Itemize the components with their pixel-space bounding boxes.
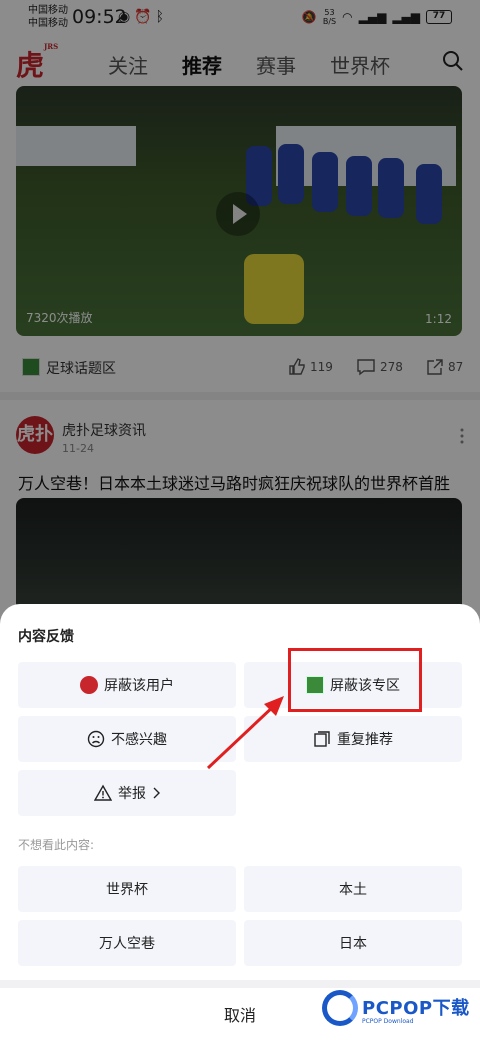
chevron-right-icon (153, 787, 160, 799)
tag-crowded[interactable]: 万人空巷 (18, 920, 236, 966)
watermark: PCPOP下载 PCPOP Download (322, 988, 472, 1034)
highlight-box (288, 648, 422, 712)
tag-local[interactable]: 本土 (244, 866, 462, 912)
watermark-text: PCPOP下载 (362, 998, 470, 1019)
block-user-label: 屏蔽该用户 (104, 678, 174, 694)
sheet-subtitle: 不想看此内容: (18, 838, 95, 852)
pcpop-logo-icon (322, 990, 358, 1026)
watermark-subtext: PCPOP Download (362, 1018, 414, 1025)
duplicate-icon (314, 731, 330, 747)
report-label: 举报 (118, 786, 146, 802)
duplicate-label: 重复推荐 (337, 732, 393, 748)
cancel-button[interactable]: 取消 (190, 1002, 290, 1026)
sad-face-icon (87, 730, 105, 748)
block-user-button[interactable]: 屏蔽该用户 (18, 662, 236, 708)
report-button[interactable]: 举报 (18, 770, 236, 816)
tag-world-cup[interactable]: 世界杯 (18, 866, 236, 912)
not-interested-button[interactable]: 不感兴趣 (18, 716, 236, 762)
not-interested-label: 不感兴趣 (111, 732, 167, 748)
warning-icon (94, 784, 112, 801)
sheet-separator (0, 980, 480, 988)
hupu-avatar-icon (80, 676, 98, 694)
tag-japan[interactable]: 日本 (244, 920, 462, 966)
sheet-title: 内容反馈 (18, 629, 74, 645)
duplicate-button[interactable]: 重复推荐 (244, 716, 462, 762)
